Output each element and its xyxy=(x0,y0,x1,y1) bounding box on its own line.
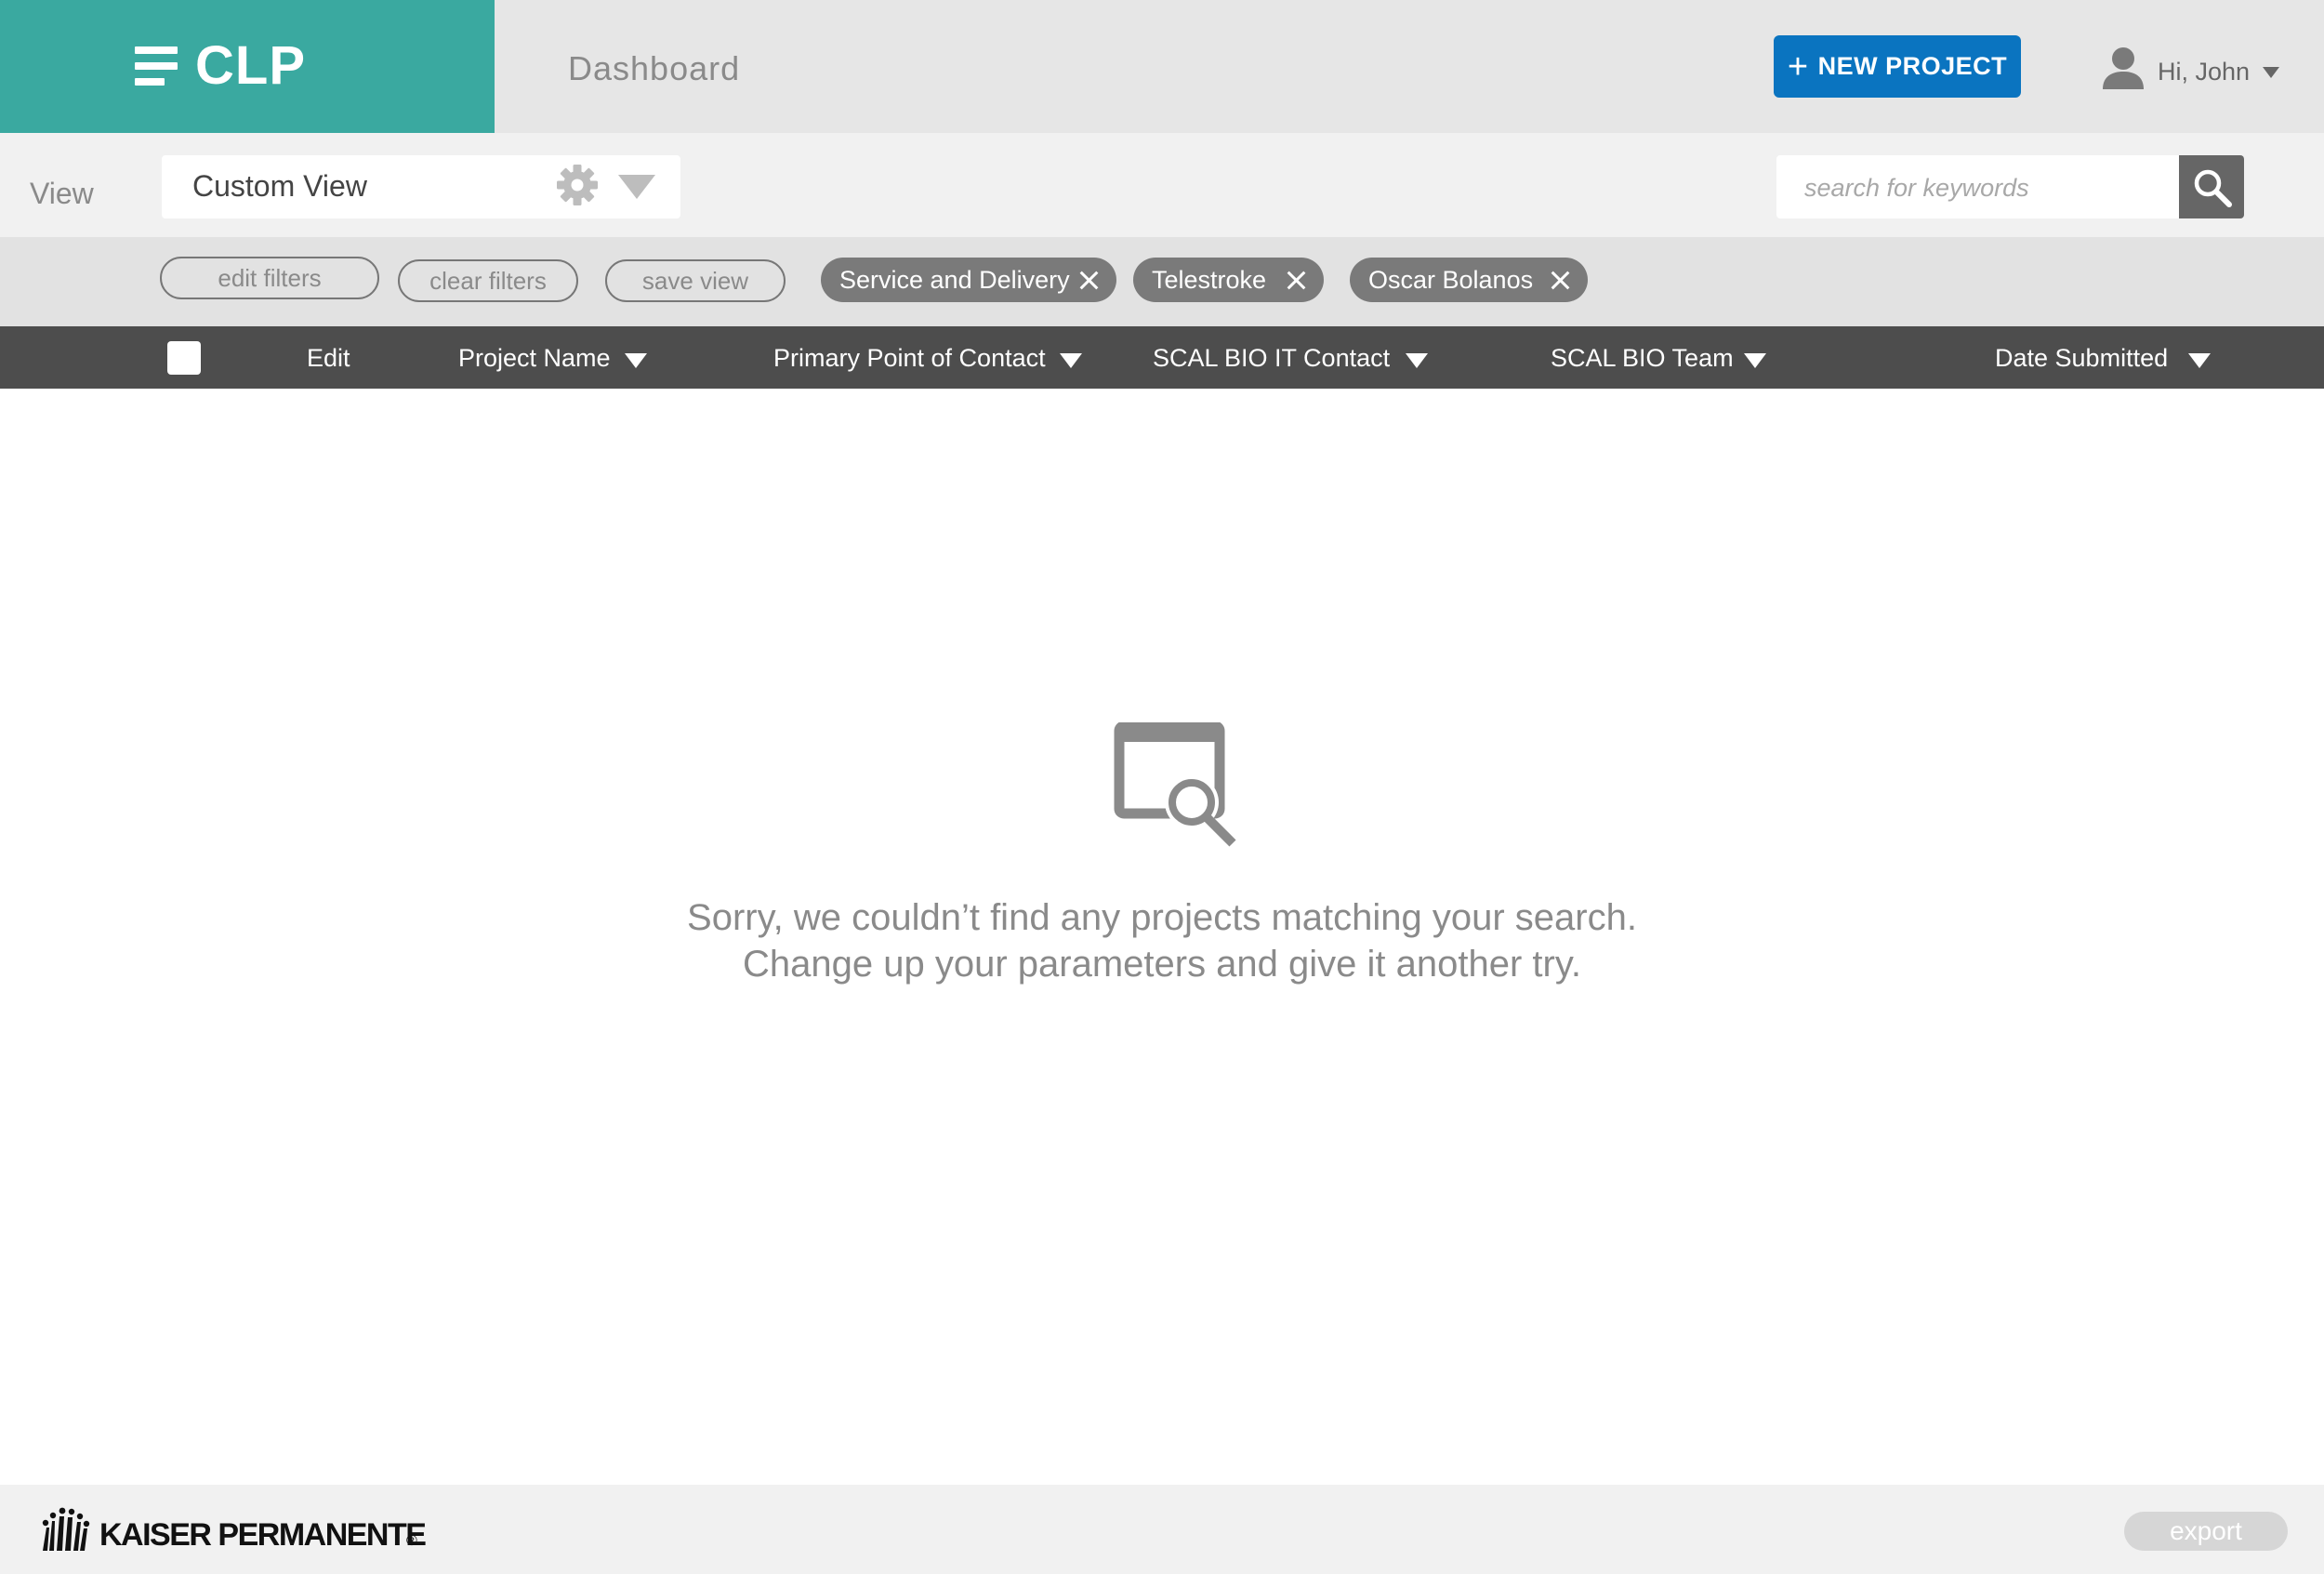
export-label: export xyxy=(2170,1516,2242,1545)
remove-filter-icon[interactable] xyxy=(1078,270,1099,290)
hamburger-menu-icon[interactable] xyxy=(135,46,178,86)
sort-caret-icon[interactable] xyxy=(625,353,647,368)
column-header-date-submitted[interactable]: Date Submitted xyxy=(1995,342,2168,374)
edit-filters-label: edit filters xyxy=(218,263,322,292)
sort-caret-icon[interactable] xyxy=(1406,353,1428,368)
column-header-edit: Edit xyxy=(307,344,350,372)
sort-caret-icon[interactable] xyxy=(1060,353,1082,368)
brand-text: KAISER PERMANENTE xyxy=(99,1517,427,1553)
plus-icon: + xyxy=(1787,46,1809,86)
save-view-label: save view xyxy=(641,266,749,295)
filter-chip-label: Oscar Bolanos xyxy=(1368,265,1534,294)
new-project-button[interactable]: + NEW PROJECT xyxy=(1774,35,2021,98)
new-project-label: NEW PROJECT xyxy=(1817,52,2008,80)
save-view-button[interactable]: save view xyxy=(605,259,786,302)
view-select-value[interactable]: Custom View xyxy=(192,167,367,205)
column-header-project-name[interactable]: Project Name xyxy=(458,342,611,374)
search-icon xyxy=(2194,169,2232,207)
filter-chip[interactable]: Telestroke xyxy=(1133,258,1324,302)
user-menu-caret-icon[interactable] xyxy=(2263,67,2279,78)
search-button[interactable] xyxy=(2179,155,2244,218)
filter-chip-label: Telestroke xyxy=(1152,265,1267,294)
edit-filters-button[interactable]: edit filters xyxy=(160,257,379,299)
registered-mark: ® xyxy=(406,1533,417,1549)
export-button[interactable]: export xyxy=(2124,1512,2288,1551)
search-results-icon xyxy=(1114,722,1236,847)
user-greeting[interactable]: Hi, John xyxy=(2158,56,2250,87)
filter-chip-label: Service and Delivery xyxy=(839,265,1070,294)
filter-chip[interactable]: Oscar Bolanos xyxy=(1350,258,1588,302)
gear-icon[interactable] xyxy=(556,164,599,206)
clear-filters-label: clear filters xyxy=(429,266,547,295)
sort-caret-icon[interactable] xyxy=(1744,353,1766,368)
column-header-team[interactable]: SCAL BIO Team xyxy=(1551,342,1734,374)
clear-filters-button[interactable]: clear filters xyxy=(398,259,578,302)
filter-chip[interactable]: Service and Delivery xyxy=(821,258,1116,302)
page-title: Dashboard xyxy=(568,49,741,87)
remove-filter-icon[interactable] xyxy=(1550,270,1570,290)
empty-state-hint: Change up your parameters and give it an… xyxy=(743,944,1581,985)
empty-state-message: Sorry, we couldn’t find any projects mat… xyxy=(687,897,1637,938)
column-header-primary-contact[interactable]: Primary Point of Contact xyxy=(773,342,1046,374)
column-header-it-contact[interactable]: SCAL BIO IT Contact xyxy=(1153,342,1390,374)
view-label: View xyxy=(30,177,94,210)
view-dropdown-caret-icon[interactable] xyxy=(618,175,655,199)
kaiser-permanente-logo-icon xyxy=(42,1507,90,1551)
sort-caret-icon[interactable] xyxy=(2188,353,2211,368)
search-placeholder[interactable]: search for keywords xyxy=(1804,172,2029,204)
user-avatar-icon[interactable] xyxy=(2103,46,2144,89)
remove-filter-icon[interactable] xyxy=(1286,270,1306,290)
select-all-checkbox[interactable] xyxy=(167,341,201,375)
app-logo-text[interactable]: CLP xyxy=(195,35,306,97)
